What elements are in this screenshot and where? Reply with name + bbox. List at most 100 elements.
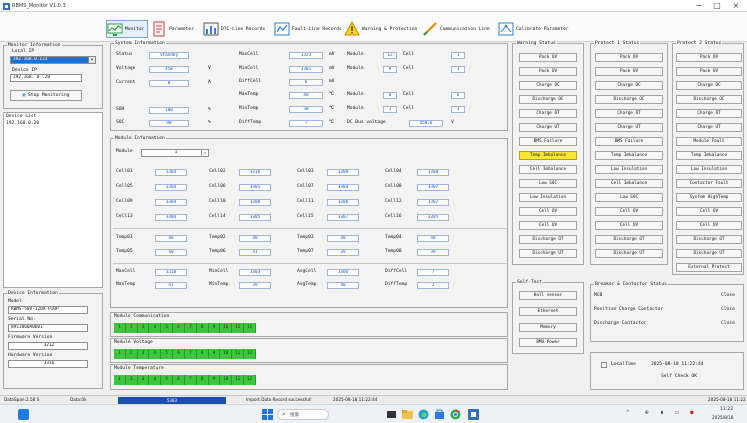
protect-indicator: Charge OC [595,81,663,90]
stop-monitoring-button[interactable]: ▣ Stop Monitoring [10,90,82,101]
bar-cell: 1 [114,375,126,385]
protect-indicator: Discharge OC [676,95,742,104]
status-message: Import Data Record successful! [246,397,312,402]
maximize-button[interactable]: □ [710,1,724,11]
cell-label: Cell02 [209,169,226,174]
summary-value: 39 [239,282,271,289]
local-ip-label: Local IP [12,49,35,54]
module-label: Module [347,92,364,97]
chrome-icon[interactable] [450,409,461,420]
warning-icon [344,21,360,36]
cell-label: Cell05 [116,184,133,189]
protect-indicator: Module Fault [676,137,742,146]
protect-indicator: Low SOC [595,193,663,202]
clock-time[interactable]: 11:22 [720,407,733,412]
bar-cell: 4 [149,349,162,359]
tab-warning-protection[interactable]: Warning & Protection [344,20,417,38]
maxcell-module: 12 [383,52,397,59]
edge-browser-icon[interactable] [418,409,429,420]
panel-title: Module Information [114,136,166,141]
status-bar: DataSpan:2.58 S Data:0k 5303 Import Data… [0,395,747,404]
device-ip-input[interactable]: 192.168. 0 .20 [10,74,82,82]
cell-value: 3304 [327,184,359,191]
app-taskbar-icon[interactable] [468,409,479,420]
taskbar-search[interactable]: ⌕ 搜索 [277,409,329,420]
tab-dtc-line-records[interactable]: DTC-Line Records [203,20,265,38]
store-icon[interactable] [434,409,445,420]
protect-indicator: Cell UV [676,221,742,230]
file-explorer-icon[interactable] [402,409,413,420]
local-time-value: 2025-08-18 11:22:44 [651,362,704,367]
panel-title: Protect 1 Status [594,41,641,46]
bar-cell: 2 [126,375,138,385]
widgets-icon[interactable] [18,409,29,420]
module-voltage-bar: 1 2 3 4 5 6 7 8 9 10 11 12 [114,349,256,359]
current-value: 0 [149,80,189,87]
hardware-field: 3316 [8,360,88,368]
module-label: Module [347,106,364,111]
protect-indicator: System HighTemp [676,193,742,202]
device-list-panel: Device List 192.168.0.20 [3,112,103,288]
summary-value: 3303 [239,269,271,276]
device-list-item[interactable]: 192.168.0.20 [6,121,39,127]
tab-communication-line[interactable]: Communication Line [422,20,490,38]
bar-cell: 11 [232,323,245,333]
cell-value: 3308 [239,199,271,206]
local-ip-select[interactable]: 192.168.0.123 [10,56,94,64]
bar-cell: 12 [244,349,256,359]
network-icon: ▣ [22,93,26,98]
summary-label: DiffTemp [385,282,408,287]
temp-label: Temp06 [209,249,226,254]
tab-fault-line-records[interactable]: Fault-Line Records [274,20,342,38]
protect-indicator: Pack OV [676,53,742,62]
module-voltage-panel: Module Voltage 1 2 3 4 5 6 7 8 9 10 11 12 [110,338,508,363]
tab-calibrate-parameter[interactable]: Calibrate Parameter [498,20,569,38]
chevron-up-icon[interactable]: ⌃ [626,409,630,416]
battery-icon[interactable]: ▭ [675,409,679,416]
tab-monitor[interactable]: Monitor [106,20,149,38]
system-information-panel: System Information Status Standby Voltag… [110,41,508,131]
volume-icon[interactable]: ◖ [660,409,664,416]
cell-label: Cell [403,52,415,57]
document-icon [153,21,165,37]
windows-start-icon[interactable] [262,409,273,420]
monitor-icon [107,23,123,36]
summary-label: MinTemp [209,282,229,287]
temp-label: Temp02 [209,235,226,240]
protect-indicator: Discharge OT [595,235,663,244]
unit: A [208,80,211,85]
minimize-button[interactable]: − [692,1,706,11]
bar-cell: 2 [126,323,138,333]
module-select[interactable]: 1 [141,149,209,157]
unit: ℃ [329,106,335,111]
summary-label: MaxTemp [116,282,136,287]
panel-title: Warning Status [516,41,557,46]
status-value: Standby [149,52,189,59]
tab-parameter[interactable]: Parameter [151,20,194,38]
warning-indicator: Cell Imbalance [519,165,577,174]
difftemp-label: DiffTemp [239,120,262,125]
cell-value: 3307 [417,184,449,191]
unit: mV [329,52,335,57]
bar-cell: 4 [149,375,162,385]
protect-indicator: Cell OV [595,207,663,216]
summary-label: MinCell [209,269,229,274]
notification-icon[interactable]: ● [690,409,694,416]
cell-label: Cell03 [297,169,314,174]
local-time-panel: LocalTime 2025-08-18 11:22:44 Self Check… [590,352,744,390]
cell-value: 3308 [417,169,449,176]
network-tray-icon[interactable]: ⊕ [645,409,649,416]
bar-cell: 4 [149,323,162,333]
clock-date[interactable]: 2025/8/18 [712,415,733,420]
panel-title: Self-Test [516,280,543,285]
diffcell-value: 6 [289,79,323,86]
bar-cell: 8 [197,323,209,333]
panel-title: Device Information [7,291,59,296]
bar-cell: 9 [209,323,221,333]
protect-indicator: Charge OT [595,109,663,118]
close-button[interactable]: × [729,1,743,11]
self-test-indicator: Memory [519,323,577,332]
spin-arrows-icon[interactable]: ⇕ [201,150,208,156]
chevron-down-icon[interactable]: ▾ [88,56,96,64]
task-view-icon[interactable] [386,409,397,420]
